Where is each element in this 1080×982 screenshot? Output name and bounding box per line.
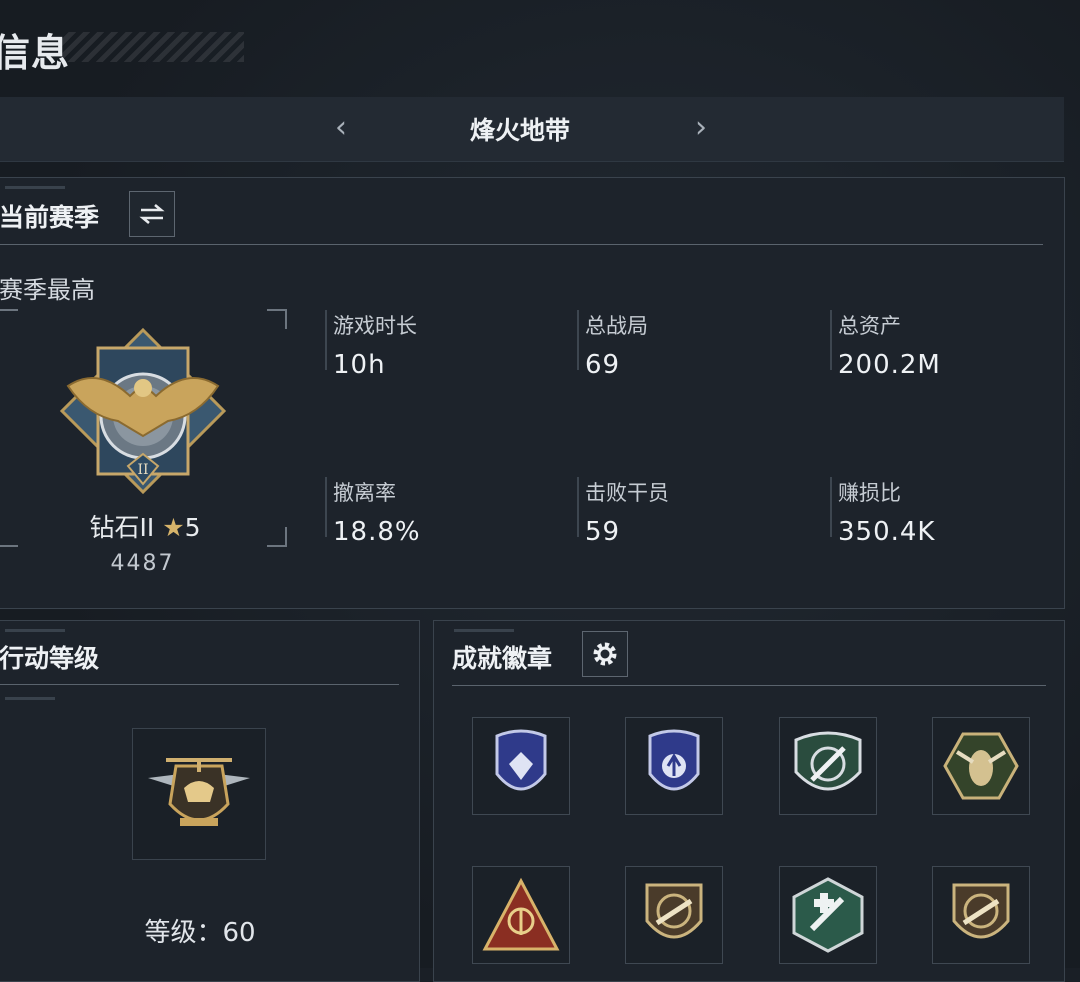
panel-decoration [5, 697, 55, 700]
diamond-shield-badge-icon[interactable] [472, 717, 570, 815]
season-best-label: 赛季最高 [0, 276, 95, 304]
arrow-shield-badge-icon[interactable] [625, 717, 723, 815]
stat-total-assets: 总资产 200.2M [830, 310, 1058, 380]
stat-value: 18.8% [333, 517, 421, 547]
rank-title: 钻石II [89, 513, 155, 542]
stat-value: 200.2M [838, 350, 941, 380]
mode-selector: ‹ 烽火地带 › [0, 97, 1064, 162]
frame-corner [267, 527, 287, 547]
panel-decoration [5, 186, 65, 189]
season-header: 当前赛季 [0, 203, 100, 232]
chevron-right-icon[interactable]: › [686, 111, 716, 145]
header-divider [0, 244, 1043, 245]
stat-value: 69 [585, 350, 621, 380]
frame-corner [0, 527, 18, 547]
frame-corner [0, 309, 18, 329]
rifle-shield-badge-icon[interactable] [932, 866, 1030, 964]
stat-label: 总资产 [838, 314, 901, 338]
stat-value: 10h [333, 350, 386, 380]
header-divider [452, 685, 1046, 686]
svg-text:II: II [137, 462, 148, 478]
wasp-hexagon-badge-icon[interactable] [932, 717, 1030, 815]
rank-score: 4487 [110, 551, 175, 576]
stat-profit-ratio: 赚损比 350.4K [830, 477, 1058, 547]
stat-label: 赚损比 [838, 481, 901, 505]
gear-icon[interactable] [582, 631, 628, 677]
stat-label: 撤离率 [333, 481, 396, 505]
stat-value: 59 [585, 517, 621, 547]
page-title: 信息 [0, 31, 71, 75]
stat-label: 总战局 [585, 314, 648, 338]
title-decoration [62, 32, 244, 62]
stat-operators-defeated: 击败干员 59 [577, 477, 805, 547]
stat-play-time: 游戏时长 10h [325, 310, 553, 380]
stat-label: 击败干员 [585, 481, 669, 505]
stat-label: 游戏时长 [333, 314, 417, 338]
stat-total-matches: 总战局 69 [577, 310, 805, 380]
missile-crest-badge-icon[interactable] [779, 717, 877, 815]
satellite-triangle-badge-icon[interactable] [472, 866, 570, 964]
mode-label: 烽火地带 [469, 116, 570, 145]
medic-hexagon-badge-icon[interactable] [779, 866, 877, 964]
operation-level: 等级：60 [144, 918, 256, 948]
rank-name: 钻石II ★5 [50, 508, 240, 544]
header-divider [0, 684, 399, 685]
frame-corner [267, 309, 287, 329]
stat-value: 350.4K [838, 517, 936, 547]
chevron-left-icon[interactable]: ‹ [326, 111, 356, 145]
badges-header: 成就徽章 [452, 644, 553, 673]
panel-decoration [454, 629, 514, 632]
star-icon: ★ [162, 513, 185, 542]
rank-stars: 5 [184, 513, 201, 542]
operation-level-header: 行动等级 [0, 644, 100, 673]
stat-extraction-rate: 撤离率 18.8% [325, 477, 553, 547]
swap-arrows-icon[interactable] [129, 191, 175, 237]
panel-decoration [5, 629, 65, 632]
rifle-shield-badge-icon[interactable] [625, 866, 723, 964]
eagle-rank-emblem-icon: II [58, 326, 228, 496]
helicopter-emblem-icon [132, 728, 266, 860]
